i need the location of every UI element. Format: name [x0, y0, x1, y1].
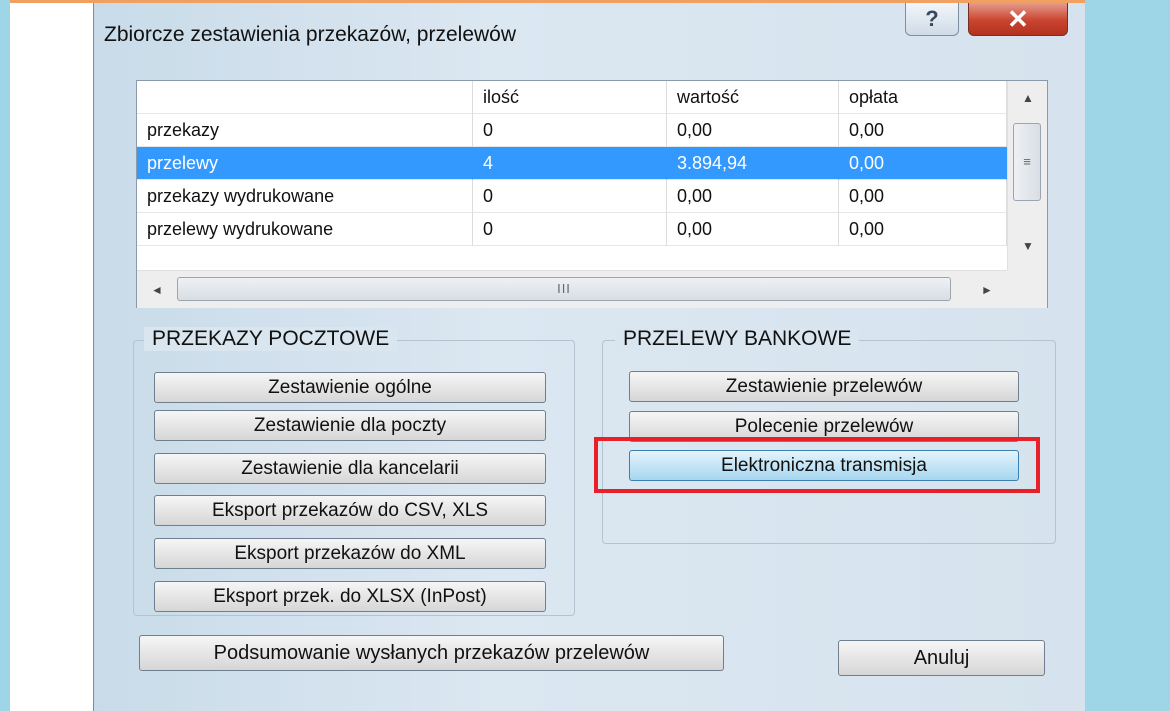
zestawienie-przelewow-button[interactable]: Zestawienie przelewów	[629, 371, 1019, 402]
cell-name: przelewy wydrukowane	[137, 213, 473, 246]
column-header-name[interactable]	[137, 81, 473, 114]
cell-wartosc: 0,00	[667, 213, 839, 246]
dialog-window: Zbiorcze zestawienia przekazów, przelewó…	[93, 3, 1085, 711]
scroll-left-icon[interactable]: ◄	[139, 271, 175, 309]
cell-oplata: 0,00	[839, 147, 1007, 180]
zestawienie-dla-poczty-button[interactable]: Zestawienie dla poczty	[154, 410, 546, 441]
przelewy-group-label: PRZELEWY BANKOWE	[615, 327, 860, 351]
table-row[interactable]: przekazy 0 0,00 0,00	[137, 114, 1007, 147]
cell-ilosc: 0	[473, 114, 667, 147]
background-strip-left	[0, 0, 10, 711]
cell-name: przelewy	[137, 147, 473, 180]
summary-table: ilość wartość opłata przekazy 0 0,00 0,0…	[136, 80, 1048, 308]
cell-ilosc: 0	[473, 180, 667, 213]
table-row[interactable]: przekazy wydrukowane 0 0,00 0,00	[137, 180, 1007, 213]
anuluj-button[interactable]: Anuluj	[838, 640, 1045, 676]
column-header-wartosc[interactable]: wartość	[667, 81, 839, 114]
przekazy-pocztowe-group: PRZEKAZY POCZTOWE Zestawienie ogólne Zes…	[133, 327, 575, 616]
table-grid: ilość wartość opłata przekazy 0 0,00 0,0…	[137, 81, 1007, 270]
table-header-row: ilość wartość opłata	[137, 81, 1007, 114]
table-row-selected[interactable]: przelewy 4 3.894,94 0,00	[137, 147, 1007, 180]
window-title: Zbiorcze zestawienia przekazów, przelewó…	[104, 23, 517, 46]
cell-oplata: 0,00	[839, 213, 1007, 246]
przekazy-group-label: PRZEKAZY POCZTOWE	[144, 327, 398, 351]
eksport-xlsx-inpost-button[interactable]: Eksport przek. do XLSX (InPost)	[154, 581, 546, 612]
cell-oplata: 0,00	[839, 180, 1007, 213]
podsumowanie-button[interactable]: Podsumowanie wysłanych przekazów przelew…	[139, 635, 724, 671]
highlight-box	[594, 437, 1040, 493]
cell-wartosc: 0,00	[667, 180, 839, 213]
column-header-ilosc[interactable]: ilość	[473, 81, 667, 114]
table-row[interactable]: przelewy wydrukowane 0 0,00 0,00	[137, 213, 1007, 246]
help-button[interactable]: ?	[905, 3, 959, 36]
vertical-scrollbar[interactable]: ▲ ≡ ▼	[1007, 81, 1047, 270]
eksport-csv-xls-button[interactable]: Eksport przekazów do CSV, XLS	[154, 495, 546, 526]
background-right	[1085, 0, 1170, 711]
cell-name: przekazy	[137, 114, 473, 147]
cell-ilosc: 4	[473, 147, 667, 180]
horizontal-scrollbar[interactable]: ◄ III ►	[137, 270, 1007, 308]
close-button[interactable]: ✕	[968, 3, 1068, 36]
cell-name: przekazy wydrukowane	[137, 180, 473, 213]
cell-ilosc: 0	[473, 213, 667, 246]
eksport-xml-button[interactable]: Eksport przekazów do XML	[154, 538, 546, 569]
scrollbar-corner	[1007, 270, 1047, 308]
zestawienie-dla-kancelarii-button[interactable]: Zestawienie dla kancelarii	[154, 453, 546, 484]
scroll-right-icon[interactable]: ►	[969, 271, 1005, 309]
cell-wartosc: 3.894,94	[667, 147, 839, 180]
scroll-up-icon[interactable]: ▲	[1008, 83, 1048, 113]
scroll-down-icon[interactable]: ▼	[1008, 231, 1048, 261]
column-header-oplata[interactable]: opłata	[839, 81, 1007, 114]
cell-oplata: 0,00	[839, 114, 1007, 147]
zestawienie-ogolne-button[interactable]: Zestawienie ogólne	[154, 372, 546, 403]
cell-wartosc: 0,00	[667, 114, 839, 147]
horizontal-scroll-thumb[interactable]: III	[177, 277, 951, 301]
vertical-scroll-thumb[interactable]: ≡	[1013, 123, 1041, 201]
